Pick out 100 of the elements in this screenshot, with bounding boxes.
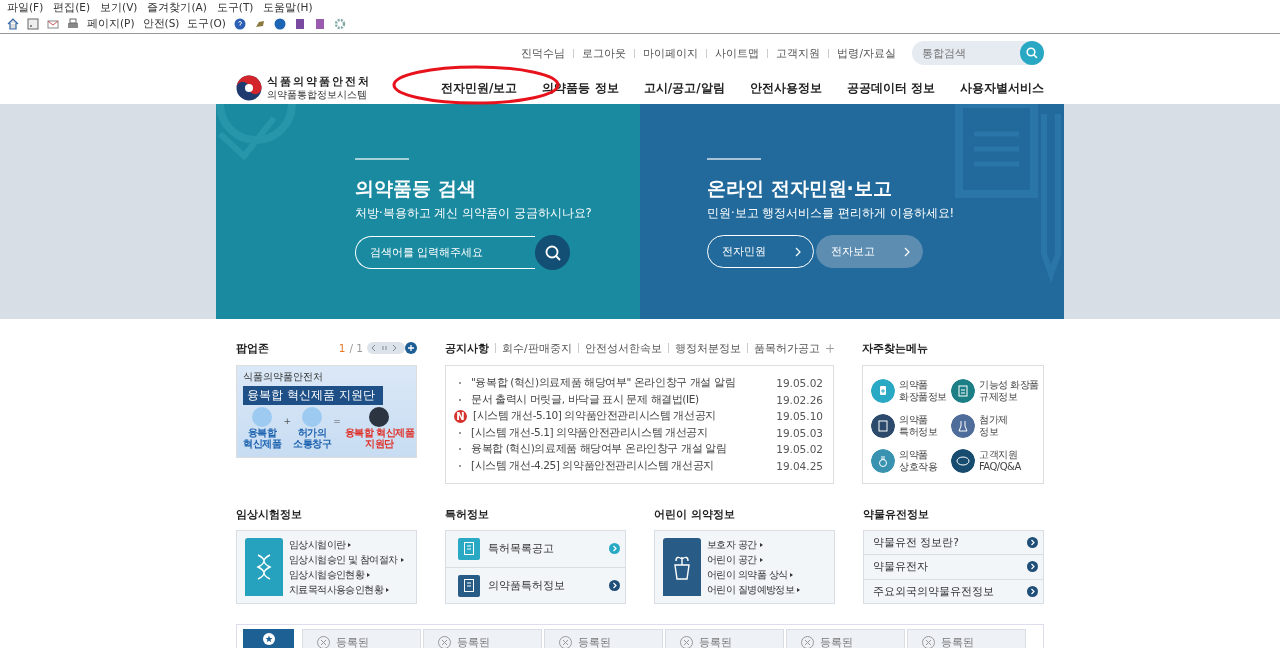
menu-item[interactable]: 보기(V): [100, 1, 138, 15]
banner-org: 식품의약품안전처: [243, 370, 324, 384]
quick-menu-item[interactable]: 기능성 화장품 규제정보: [951, 374, 1039, 407]
popup-banner[interactable]: 식품의약품안전처 융복합 혁신제품 지원단 융복합 혁신제품 + 허가의 소통창구 = 융복합 혁신제품 지원단: [236, 365, 417, 458]
document-icon[interactable]: [313, 18, 326, 30]
menu-item[interactable]: 파일(F): [7, 1, 44, 15]
section-title: 자주찾는메뉴: [862, 340, 928, 356]
section-title: 팝업존: [236, 340, 269, 356]
menu-item[interactable]: 편집(E): [53, 1, 91, 15]
notice-date: 19.05.10: [776, 410, 823, 423]
info-link[interactable]: 어린이 질병예방정보: [707, 582, 801, 597]
section-title: 특허정보: [445, 507, 490, 522]
toolbox-illustration: [369, 407, 390, 427]
arrow-circle-icon[interactable]: [1027, 586, 1038, 598]
registered-tile[interactable]: 등록된: [665, 629, 784, 648]
arrow-circle-icon[interactable]: [609, 580, 620, 592]
toolbar-menu[interactable]: 도구(O): [187, 17, 226, 31]
help-icon[interactable]: [233, 18, 246, 30]
info-link[interactable]: 어린이 공간: [707, 552, 801, 567]
info-link[interactable]: 약물유전자: [873, 559, 1027, 574]
printer-icon[interactable]: [67, 18, 79, 30]
hero-subtitle: 민원·보고 행정서비스를 편리하게 이용하세요!: [707, 206, 956, 221]
logo-title: 식품의약품안전처: [267, 74, 371, 89]
notice-link[interactable]: 문서 출력시 머릿글, 바닥글 표시 문제 해결법(IE): [471, 392, 777, 407]
info-link[interactable]: 약물유전 정보란?: [873, 535, 1027, 550]
notice-link[interactable]: [시스템 개선-4.25] 의약품안전관리시스템 개선공지: [471, 458, 777, 473]
notice-tab[interactable]: 품목허가공고: [746, 343, 826, 353]
notice-link[interactable]: [시스템 개선-5.1] 의약품안전관리시스템 개선공지: [471, 425, 777, 440]
quick-menu-item[interactable]: 의약품 특허정보: [871, 409, 945, 442]
registered-tile[interactable]: 등록된: [907, 629, 1026, 648]
search-field[interactable]: 검색어를 입력해주세요: [355, 236, 535, 269]
notice-date: 19.05.02: [776, 443, 823, 456]
page-symbol-icon: [464, 579, 474, 593]
notice-link[interactable]: "융복합 (혁신)의료제품 해당여부" 온라인창구 개설 알림: [471, 376, 777, 391]
util-link[interactable]: 로그아웃: [573, 48, 635, 58]
menu-item[interactable]: 즐겨찾기(A): [147, 1, 207, 15]
quick-menu-item[interactable]: 의약품 상호작용: [871, 444, 945, 477]
registered-tile[interactable]: 등록된: [544, 629, 663, 648]
info-link[interactable]: 임상시험승인현황: [289, 567, 404, 582]
notice-date: 19.05.03: [776, 426, 823, 439]
notice-tab[interactable]: 회수/판매중지: [495, 343, 578, 353]
document-icon[interactable]: [293, 18, 306, 30]
circle-illustration: [302, 407, 323, 427]
toolbar-menu[interactable]: 페이지(P): [87, 17, 135, 31]
info-link[interactable]: 의약품특허정보: [488, 578, 601, 593]
home-icon[interactable]: [7, 18, 19, 30]
close-icon: [438, 636, 451, 648]
chevron-right-icon: [795, 246, 801, 257]
arrow-circle-icon[interactable]: [1027, 561, 1038, 573]
arrow-circle-icon[interactable]: [1027, 537, 1038, 549]
notice-tab[interactable]: 공지사항: [445, 343, 495, 353]
info-link[interactable]: 임상시험이란: [289, 537, 404, 552]
info-link[interactable]: 보호자 공간: [707, 537, 801, 552]
logo-subtitle: 의약품통합정보시스템: [267, 89, 368, 102]
registered-tile[interactable]: 등록된: [786, 629, 905, 648]
menu-item[interactable]: 도움말(H): [263, 1, 313, 15]
util-link[interactable]: 마이페이지: [634, 48, 707, 58]
close-icon: [680, 636, 693, 648]
nav-item[interactable]: 사용자별서비스: [960, 79, 1044, 97]
close-icon: [559, 636, 572, 648]
util-link[interactable]: 사이트맵: [706, 48, 768, 58]
banner-headline: 융복합 혁신제품 지원단: [243, 386, 383, 405]
close-icon: [317, 636, 330, 648]
circle-illustration: [252, 407, 273, 427]
menu-item[interactable]: 도구(T): [216, 1, 254, 15]
nav-item[interactable]: 공공데이터 정보: [846, 79, 935, 97]
util-link[interactable]: 법령/자료실: [828, 48, 904, 58]
notice-link[interactable]: [시스템 개선-5.10] 의약품안전관리시스템 개선공지: [473, 409, 777, 424]
page-symbol-icon: [464, 542, 474, 556]
notice-tab[interactable]: 안전성서한속보: [577, 343, 668, 353]
service-button[interactable]: 전자보고: [816, 235, 923, 268]
slider-controls-icon[interactable]: [367, 342, 417, 354]
util-link[interactable]: 진덕수님: [513, 48, 574, 58]
search-button[interactable]: [535, 235, 570, 270]
notice-link[interactable]: 융복합 (혁신)의료제품 해당여부 온라인창구 개설 알림: [471, 442, 777, 457]
nav-item[interactable]: 고시/공고/알림: [643, 79, 725, 97]
info-link[interactable]: 임상시험승인 및 참여절차: [289, 552, 404, 567]
quick-menu-item[interactable]: 첨가제 정보: [951, 409, 1039, 442]
section-title: 약물유전정보: [863, 507, 930, 522]
nav-item[interactable]: 안전사용정보: [749, 79, 822, 97]
section-title: 어린이 의약정보: [654, 507, 736, 522]
info-link[interactable]: 어린이 의약품 상식: [707, 567, 801, 582]
util-link[interactable]: 고객지원: [767, 48, 829, 58]
notice-tab[interactable]: 행정처분정보: [667, 343, 747, 353]
mail-icon[interactable]: [47, 18, 59, 30]
notice-date: 19.05.02: [776, 377, 823, 390]
hero-title: 의약품등 검색: [355, 176, 477, 201]
plus-icon[interactable]: [825, 343, 834, 353]
registered-tile[interactable]: 등록된: [302, 629, 421, 648]
info-link[interactable]: 주요외국의약물유전정보: [873, 584, 1027, 599]
registered-tile[interactable]: 등록된: [423, 629, 542, 648]
info-link[interactable]: 치료목적사용승인현황: [289, 582, 404, 597]
banner-label: 융복합 혁신제품 지원단: [344, 428, 415, 449]
operator-sign: +: [283, 416, 291, 426]
quick-menu-item[interactable]: 고객지원 FAQ/Q&A: [951, 444, 1039, 477]
toolbar-menu[interactable]: 안전(S): [142, 17, 180, 31]
info-link[interactable]: 특허목록공고: [488, 541, 601, 556]
circle-logo-icon[interactable]: [273, 18, 286, 30]
close-icon: [922, 636, 935, 648]
quick-menu-item[interactable]: 의약품 화장품정보: [871, 374, 945, 407]
